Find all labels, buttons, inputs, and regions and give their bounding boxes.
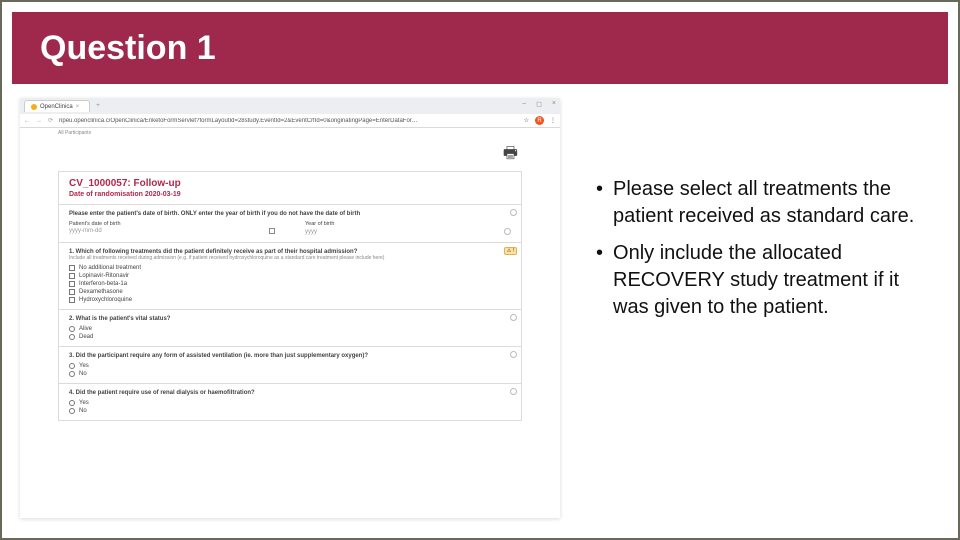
bookmark-icon[interactable]: ☆ (524, 117, 529, 124)
favicon-icon (31, 104, 37, 110)
q1-option-label: No additional treatment (79, 265, 141, 271)
form-card: CV_1000057: Follow-up Date of randomisat… (58, 171, 522, 421)
window-controls: – ◻ × (522, 100, 556, 108)
embedded-screenshot: OpenClinica × + – ◻ × ← → ⟳ npeu.opencli… (20, 98, 560, 518)
q1-option[interactable]: Lopinavir-Ritonavir (69, 273, 511, 279)
new-tab-button[interactable]: + (96, 103, 100, 109)
browser-tab[interactable]: OpenClinica × (24, 100, 90, 112)
checkbox-icon[interactable] (69, 281, 75, 287)
form-subheading: Date of randomisation 2020-03-19 (59, 191, 521, 204)
address-bar: ← → ⟳ npeu.openclinica.c/OpenClinica/Enk… (20, 114, 560, 128)
comment-icon[interactable] (510, 209, 517, 216)
title-bar: Question 1 (12, 12, 948, 84)
q2-text: 2. What is the patient's vital status? (69, 316, 511, 322)
dob-block: Please enter the patient's date of birth… (59, 204, 521, 242)
url-field[interactable]: npeu.openclinica.c/OpenClinica/EnketoFor… (59, 118, 518, 124)
year-input[interactable]: yyyy (305, 229, 317, 235)
q3-block: 3. Did the participant require any form … (59, 346, 521, 383)
q3-option[interactable]: No (69, 371, 511, 377)
comment-icon[interactable] (510, 351, 517, 358)
minimize-button[interactable]: – (522, 100, 526, 108)
checkbox-icon[interactable] (69, 289, 75, 295)
q2-option-label: Dead (79, 334, 93, 340)
q3-option[interactable]: Yes (69, 363, 511, 369)
comment-icon[interactable] (510, 388, 517, 395)
year-label: Year of birth (305, 221, 511, 227)
checkbox-icon[interactable] (69, 273, 75, 279)
q3-text: 3. Did the participant require any form … (69, 353, 511, 359)
bullet-item: Please select all treatments the patient… (596, 176, 930, 230)
q1-block: ⚠ ! 1. Which of following treatments did… (59, 242, 521, 309)
browser-tabstrip: OpenClinica × + – ◻ × (20, 98, 560, 114)
reload-icon[interactable]: ⟳ (48, 117, 53, 124)
radio-icon[interactable] (69, 371, 75, 377)
q1-options: No additional treatment Lopinavir-Ritona… (69, 265, 511, 303)
q1-option[interactable]: Dexamethasone (69, 289, 511, 295)
q1-option[interactable]: Hydroxychloroquine (69, 297, 511, 303)
close-tab-icon[interactable]: × (76, 104, 80, 110)
q1-option[interactable]: No additional treatment (69, 265, 511, 271)
bullet-list: Please select all treatments the patient… (596, 98, 940, 524)
q4-block: 4. Did the patient require use of renal … (59, 383, 521, 420)
radio-icon[interactable] (69, 334, 75, 340)
menu-icon[interactable]: ⋮ (550, 117, 556, 124)
calendar-icon[interactable] (269, 228, 275, 234)
q4-option-label: No (79, 408, 87, 414)
print-icon[interactable]: 🖶 (503, 142, 518, 169)
q2-option-label: Alive (79, 326, 92, 332)
warning-badge[interactable]: ⚠ ! (504, 247, 517, 255)
q2-option[interactable]: Dead (69, 334, 511, 340)
q4-text: 4. Did the patient require use of renal … (69, 390, 511, 396)
q1-option-label: Lopinavir-Ritonavir (79, 273, 129, 279)
profile-avatar[interactable]: R (535, 116, 544, 125)
q3-option-label: No (79, 371, 87, 377)
slide-title: Question 1 (40, 29, 216, 68)
q4-option[interactable]: Yes (69, 400, 511, 406)
q4-option[interactable]: No (69, 408, 511, 414)
comment-icon[interactable] (504, 228, 511, 235)
back-icon[interactable]: ← (24, 118, 30, 124)
checkbox-icon[interactable] (69, 297, 75, 303)
q1-option-label: Dexamethasone (79, 289, 123, 295)
close-window-button[interactable]: × (552, 100, 556, 108)
dob-instruction: Please enter the patient's date of birth… (69, 211, 511, 217)
print-row: 🖶 (20, 138, 560, 169)
q1-option-label: Interferon-beta-1a (79, 281, 127, 287)
q3-option-label: Yes (79, 363, 89, 369)
radio-icon[interactable] (69, 408, 75, 414)
slide: Question 1 OpenClinica × + – ◻ × ← → (0, 0, 960, 540)
bullet-item: Only include the allocated RECOVERY stud… (596, 240, 930, 321)
maximize-button[interactable]: ◻ (536, 100, 542, 108)
q1-hint: Include all treatments received during a… (69, 255, 511, 261)
breadcrumb[interactable]: All Participants (20, 128, 560, 138)
q2-block: 2. What is the patient's vital status? A… (59, 309, 521, 346)
q2-option[interactable]: Alive (69, 326, 511, 332)
radio-icon[interactable] (69, 326, 75, 332)
dob-label: Patient's date of birth (69, 221, 275, 227)
radio-icon[interactable] (69, 400, 75, 406)
slide-content: OpenClinica × + – ◻ × ← → ⟳ npeu.opencli… (20, 98, 940, 524)
q1-option-label: Hydroxychloroquine (79, 297, 132, 303)
q4-option-label: Yes (79, 400, 89, 406)
tab-title: OpenClinica (40, 104, 73, 110)
dob-input[interactable]: yyyy-mm-dd (69, 228, 102, 234)
q1-option[interactable]: Interferon-beta-1a (69, 281, 511, 287)
forward-icon[interactable]: → (36, 118, 42, 124)
radio-icon[interactable] (69, 363, 75, 369)
form-heading: CV_1000057: Follow-up (59, 172, 521, 191)
checkbox-icon[interactable] (69, 265, 75, 271)
comment-icon[interactable] (510, 314, 517, 321)
